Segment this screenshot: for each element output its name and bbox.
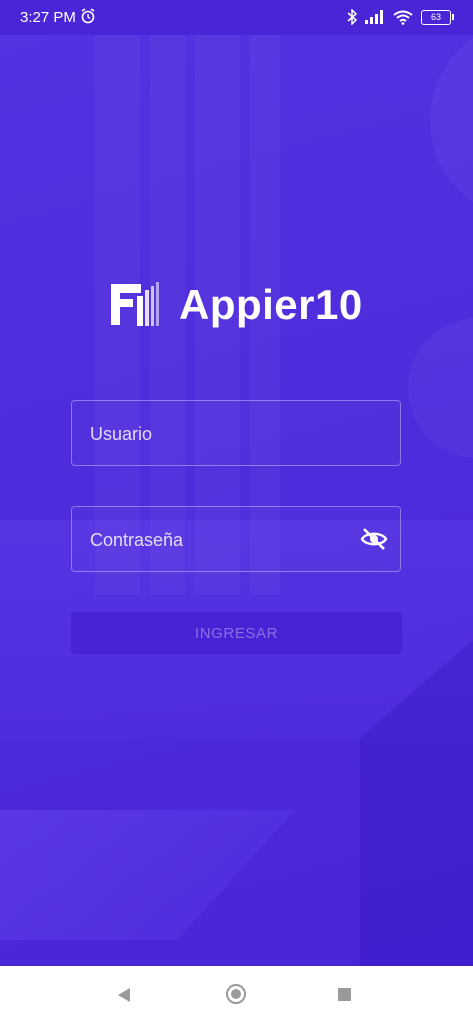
background-decoration bbox=[430, 20, 473, 220]
alarm-icon bbox=[81, 8, 95, 24]
battery-level: 63 bbox=[430, 12, 441, 22]
password-field[interactable] bbox=[71, 506, 401, 573]
home-icon[interactable] bbox=[226, 984, 246, 1004]
appier-logo-icon bbox=[111, 282, 159, 326]
signal-icon bbox=[365, 10, 383, 24]
brand-name: Appier10 bbox=[179, 281, 363, 328]
status-icons: 63 bbox=[347, 9, 454, 25]
background-decoration bbox=[408, 318, 473, 458]
login-button[interactable]: INGRESAR bbox=[71, 612, 402, 654]
username-field[interactable] bbox=[71, 400, 401, 467]
login-screen: Appier10 INGRESAR bbox=[0, 0, 473, 966]
battery-icon: 63 bbox=[421, 9, 454, 25]
brand-logo: Appier10 bbox=[109, 280, 363, 330]
background-decoration bbox=[0, 810, 295, 940]
status-time: 3:27 PM bbox=[20, 9, 76, 26]
wifi-icon bbox=[393, 10, 413, 25]
bluetooth-icon bbox=[347, 9, 357, 25]
system-nav-bar bbox=[0, 966, 473, 1024]
eye-off-icon[interactable] bbox=[360, 527, 388, 551]
status-bar: 3:27 PM 63 bbox=[0, 0, 473, 35]
recents-icon[interactable] bbox=[338, 988, 351, 1001]
password-input[interactable] bbox=[88, 507, 352, 573]
username-input[interactable] bbox=[88, 401, 352, 467]
back-icon[interactable] bbox=[118, 988, 130, 1002]
